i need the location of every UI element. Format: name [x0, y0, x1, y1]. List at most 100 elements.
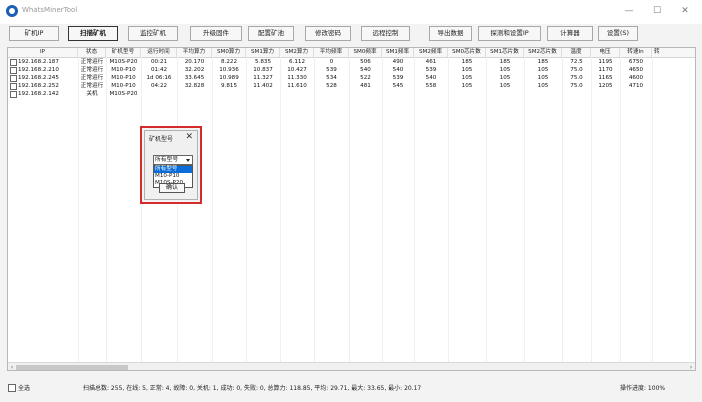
select-all-label[interactable]: 全选: [18, 383, 30, 392]
row-checkbox[interactable]: [10, 67, 17, 74]
col-avg-freq[interactable]: 平均频率: [314, 48, 349, 57]
col-sm1-chips[interactable]: SM1芯片数: [486, 48, 524, 57]
col-voltage[interactable]: 电压: [591, 48, 620, 57]
table-cell: 关机: [86, 91, 98, 97]
table-cell: 105: [461, 67, 473, 73]
table-cell: 540: [360, 67, 371, 73]
configure-pool-button[interactable]: 配置矿池: [248, 26, 294, 41]
table-cell: 185: [461, 59, 473, 65]
calculator-button[interactable]: 计算器: [547, 26, 593, 41]
table-cell: 1d 06:16: [146, 75, 172, 81]
table-cell: 506: [360, 59, 371, 65]
row-checkbox[interactable]: [10, 75, 17, 82]
remote-control-button[interactable]: 远程控制: [361, 26, 410, 41]
table-cell: 1195: [598, 59, 613, 65]
settings-button[interactable]: 设置(S): [598, 26, 638, 41]
table-cell: 192.168.2.252: [18, 83, 59, 89]
row-checkbox[interactable]: [10, 91, 17, 98]
table-cell: 105: [461, 75, 473, 81]
table-row[interactable]: 192.168.2.142 关机 M10S-P20: [8, 90, 695, 98]
row-checkbox[interactable]: [10, 59, 17, 66]
col-sm2-freq[interactable]: SM2频率: [414, 48, 448, 57]
table-cell: 33.645: [184, 75, 205, 81]
table-cell: 105: [537, 83, 549, 89]
col-avg-hashrate[interactable]: 平均算力: [177, 48, 212, 57]
col-sm0-hashrate[interactable]: SM0算力: [212, 48, 246, 57]
table-cell: 正常运行: [80, 67, 104, 73]
operation-progress: 操作进度: 100%: [620, 385, 666, 392]
table-row[interactable]: 192.168.2.210 正常运行 M10-P10 01:42 32.202 10.93…: [8, 66, 695, 74]
option-all-models[interactable]: 所有型号: [154, 166, 192, 173]
table-cell: 539: [392, 75, 404, 81]
table-cell: M10-P10: [111, 75, 136, 81]
col-model[interactable]: 矿机型号: [106, 48, 141, 57]
table-cell: M10S-P20: [109, 91, 138, 97]
monitor-miners-button[interactable]: 监控矿机: [128, 26, 178, 41]
table-cell: 1170: [598, 67, 613, 73]
model-filter-dialog-highlight: 矿机型号 ✕ 所有型号 所有型号 M10-P10 M10S-P20 确认: [140, 126, 202, 204]
col-fan-in[interactable]: 转速In: [620, 48, 652, 57]
close-button[interactable]: ✕: [675, 4, 695, 18]
scroll-left-icon[interactable]: ‹: [8, 363, 16, 370]
table-cell: 75.0: [570, 75, 583, 81]
export-data-button[interactable]: 导出数据: [429, 26, 472, 41]
table-cell: 540: [425, 75, 437, 81]
col-sm0-chips[interactable]: SM0芯片数: [448, 48, 486, 57]
table-cell: 8.222: [220, 59, 237, 65]
col-temperature[interactable]: 温度: [562, 48, 591, 57]
col-sm2-chips[interactable]: SM2芯片数: [524, 48, 562, 57]
table-cell: 185: [499, 59, 511, 65]
change-password-button[interactable]: 修改密码: [305, 26, 351, 41]
upgrade-firmware-button[interactable]: 升级固件: [190, 26, 242, 41]
chevron-down-icon[interactable]: [186, 159, 190, 162]
status-bar: 全选 扫描总数: 255, 在线: 5, 正常: 4, 故障: 0, 关机: 1…: [0, 378, 702, 398]
scan-miners-button[interactable]: 扫描矿机: [68, 26, 118, 41]
table-cell: 10.936: [219, 67, 239, 73]
table-cell: 11.610: [287, 83, 307, 89]
col-sm1-hashrate[interactable]: SM1算力: [246, 48, 280, 57]
scrollbar-thumb[interactable]: [16, 365, 128, 370]
table-row[interactable]: 192.168.2.187 正常运行 M10S-P20 00:21 20.170 8.22…: [8, 58, 695, 66]
dialog-close-icon[interactable]: ✕: [185, 132, 193, 142]
scroll-right-icon[interactable]: ›: [687, 363, 695, 370]
scan-summary: 扫描总数: 255, 在线: 5, 正常: 4, 故障: 0, 关机: 1, 成…: [83, 385, 422, 392]
table-cell: 1165: [598, 75, 613, 81]
table-cell: 10.989: [219, 75, 239, 81]
option-m10-p10[interactable]: M10-P10: [154, 173, 192, 180]
col-uptime[interactable]: 运行时间: [141, 48, 177, 57]
table-cell: 105: [461, 83, 473, 89]
table-cell: M10-P10: [111, 83, 136, 89]
model-select[interactable]: 所有型号: [153, 155, 193, 165]
detect-set-ip-button[interactable]: 探测和设置IP: [478, 26, 541, 41]
row-checkbox[interactable]: [10, 83, 17, 90]
table-cell: 01:42: [150, 67, 168, 73]
table-cell: 545: [392, 83, 404, 89]
confirm-button[interactable]: 确认: [159, 183, 185, 193]
horizontal-scrollbar[interactable]: ‹ ›: [8, 362, 695, 370]
table-cell: 75.0: [570, 67, 583, 73]
table-cell: M10-P10: [111, 67, 136, 73]
table-cell: 540: [392, 67, 404, 73]
minimize-button[interactable]: —: [619, 4, 639, 18]
table-cell: 正常运行: [80, 59, 104, 65]
table-row[interactable]: 192.168.2.252 正常运行 M10-P10 04:22 32.828 9.815…: [8, 82, 695, 90]
table-row[interactable]: 192.168.2.245 正常运行 M10-P10 1d 06:16 33.645 10…: [8, 74, 695, 82]
table-cell: 105: [499, 83, 511, 89]
app-logo-icon: [6, 5, 18, 17]
table-cell: M10S-P20: [109, 59, 138, 65]
miner-ip-button[interactable]: 矿机IP: [9, 26, 59, 41]
select-all-checkbox[interactable]: [8, 384, 16, 392]
table-cell: 75.0: [570, 83, 583, 89]
table-cell: 20.170: [184, 59, 205, 65]
model-select-value: 所有型号: [155, 157, 179, 163]
table-cell: 558: [425, 83, 437, 89]
col-fan-out[interactable]: 转: [652, 48, 695, 57]
col-sm0-freq[interactable]: SM0频率: [349, 48, 382, 57]
table-cell: 192.168.2.210: [18, 67, 59, 73]
maximize-button[interactable]: ☐: [647, 4, 667, 18]
col-sm2-hashrate[interactable]: SM2算力: [280, 48, 314, 57]
col-status[interactable]: 状态: [78, 48, 106, 57]
table-cell: 正常运行: [80, 83, 104, 89]
col-ip[interactable]: IP: [8, 48, 78, 57]
col-sm1-freq[interactable]: SM1频率: [382, 48, 414, 57]
